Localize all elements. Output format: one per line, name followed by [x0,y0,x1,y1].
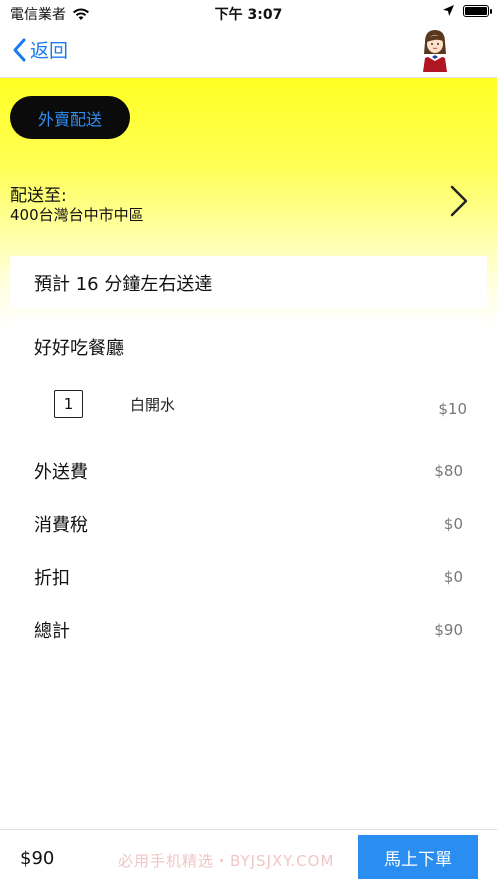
quantity-box[interactable]: 1 [54,390,83,418]
total-label: 總計 [34,621,70,642]
deliver-to-label: 配送至: [10,186,67,206]
location-arrow-icon [443,5,454,16]
delivery-fee-value: $80 [434,462,463,480]
nav-bar: 返回 [0,26,497,78]
status-right [442,4,492,17]
tax-value: $0 [443,515,463,533]
place-order-button[interactable]: 馬上下單 [358,835,478,879]
status-time: 下午 3:07 [214,7,283,23]
eta-text: 預計 16 分鐘左右送達 [34,274,213,295]
item-price: $10 [438,400,467,418]
order-card: 好好吃餐廳 1 白開水 $10 外送費 $80 消費稅 $0 折扣 $0 總計 … [10,318,487,658]
back-label: 返回 [30,40,69,62]
chevron-right-icon[interactable] [448,184,470,218]
status-bar: 電信業者 下午 3:07 [0,0,497,26]
total-value: $90 [434,621,463,639]
battery-icon [463,4,492,17]
footer-total: $90 [20,848,55,869]
tax-label: 消費稅 [34,515,88,536]
back-button[interactable]: 返回 [12,36,68,63]
discount-value: $0 [443,568,463,586]
item-name: 白開水 [130,396,176,414]
restaurant-name: 好好吃餐廳 [34,338,124,359]
eta-card: 預計 16 分鐘左右送達 [10,256,487,308]
chevron-left-icon [13,38,26,61]
discount-label: 折扣 [34,568,70,589]
avatar[interactable] [417,28,453,72]
watermark: 必用手机精选・BYJSJXY.COM [118,852,335,870]
bottom-bar: $90 必用手机精选・BYJSJXY.COM 馬上下單 [0,829,497,883]
delivery-mode-button[interactable]: 外賣配送 [10,96,130,139]
delivery-fee-label: 外送費 [34,462,88,483]
deliver-to-address[interactable]: 400台灣台中市中區 [10,204,144,225]
